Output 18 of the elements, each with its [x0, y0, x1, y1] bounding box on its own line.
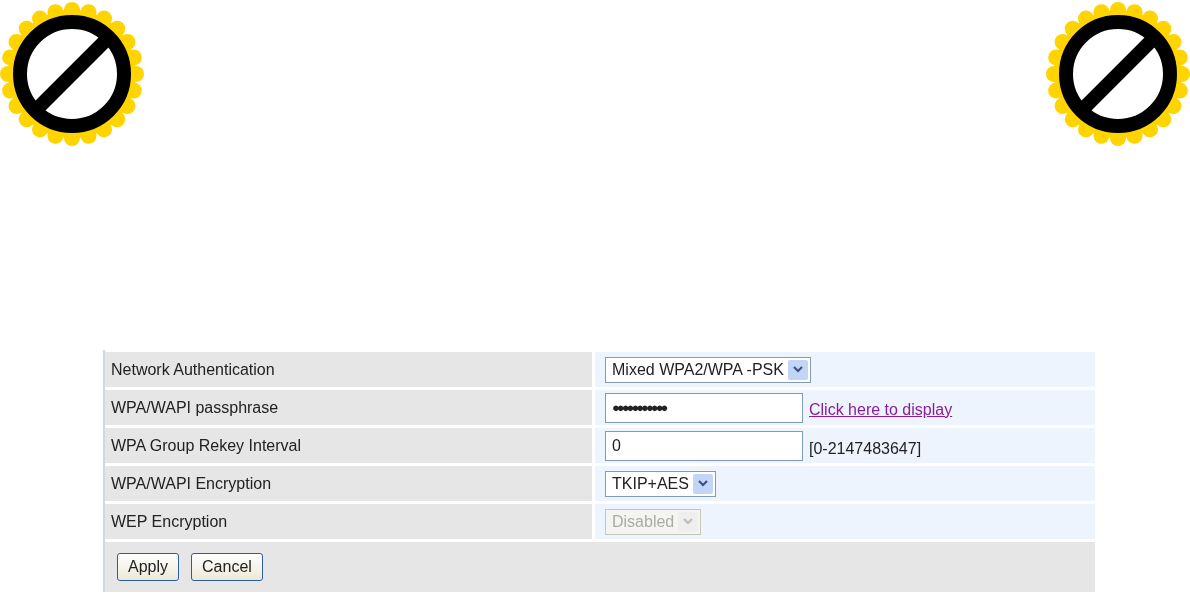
cancel-button[interactable]: Cancel: [191, 553, 263, 581]
field-label: WPA/WAPI passphrase: [105, 390, 592, 425]
caret-icon: [692, 473, 713, 494]
dropdown[interactable]: Mixed WPA2/WPA -PSK: [605, 356, 811, 383]
range-hint: [0-2147483647]: [809, 439, 922, 458]
prohibition-icon: [0, 0, 146, 148]
password-field[interactable]: ●●●●●●●●●●●: [605, 392, 803, 423]
dropdown[interactable]: TKIP+AES: [605, 470, 716, 497]
caret-icon: [678, 511, 699, 532]
input-field[interactable]: 0: [605, 430, 803, 461]
field-label: Network Authentication: [105, 352, 592, 387]
field-label: WPA Group Rekey Interval: [105, 428, 592, 463]
apply-button[interactable]: Apply: [117, 553, 180, 581]
caret-icon: [787, 359, 808, 380]
prohibition-icon: [1044, 0, 1190, 148]
field-label: WPA/WAPI Encryption: [105, 466, 592, 501]
field-label: WEP Encryption: [105, 504, 592, 539]
display-link[interactable]: Click here to display: [809, 400, 953, 419]
